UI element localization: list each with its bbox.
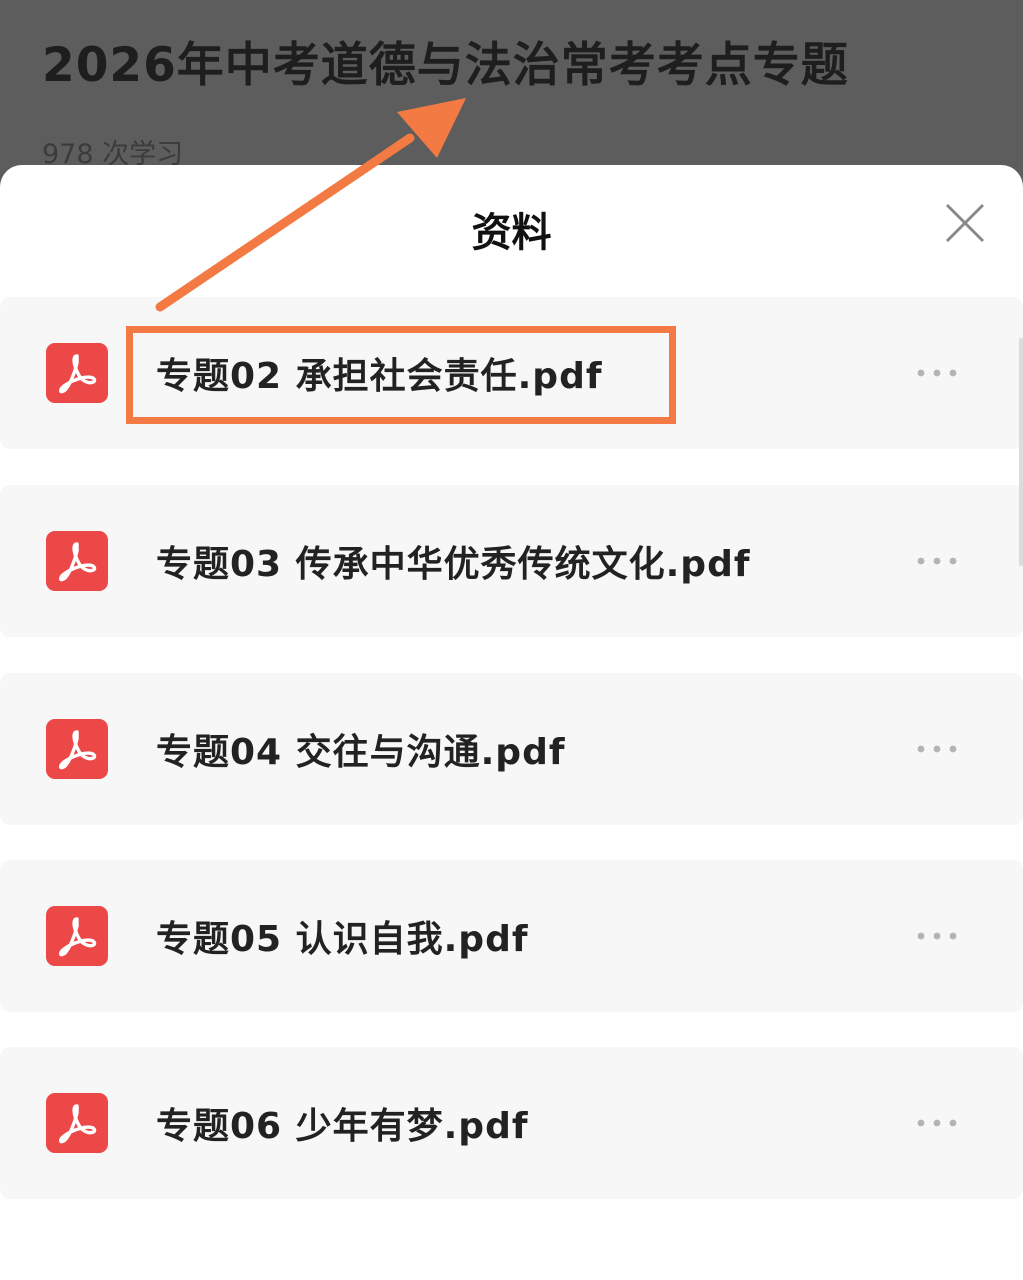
- more-button[interactable]: [904, 729, 970, 769]
- more-dots-icon: [917, 745, 957, 753]
- file-name: 专题05 认识自我.pdf: [156, 919, 529, 960]
- more-button[interactable]: [904, 1103, 970, 1143]
- file-row[interactable]: 专题02 承担社会责任.pdf: [0, 297, 1023, 449]
- more-button[interactable]: [904, 353, 970, 393]
- pdf-icon: [46, 1093, 108, 1153]
- more-button[interactable]: [904, 541, 970, 581]
- close-button[interactable]: [938, 196, 992, 250]
- more-dots-icon: [917, 369, 957, 377]
- file-row[interactable]: 专题05 认识自我.pdf: [0, 860, 1023, 1012]
- more-dots-icon: [917, 1119, 957, 1127]
- pdf-icon: [46, 906, 108, 966]
- file-row[interactable]: 专题03 传承中华优秀传统文化.pdf: [0, 485, 1023, 637]
- file-name: 专题02 承担社会责任.pdf: [156, 356, 603, 397]
- scrollbar[interactable]: [1019, 338, 1023, 566]
- file-row[interactable]: 专题04 交往与沟通.pdf: [0, 673, 1023, 825]
- more-dots-icon: [917, 932, 957, 940]
- pdf-icon: [46, 719, 108, 779]
- file-name: 专题03 传承中华优秀传统文化.pdf: [156, 544, 751, 585]
- more-button[interactable]: [904, 916, 970, 956]
- more-dots-icon: [917, 557, 957, 565]
- file-row[interactable]: 专题06 少年有梦.pdf: [0, 1047, 1023, 1199]
- pdf-icon: [46, 343, 108, 403]
- pdf-icon: [46, 531, 108, 591]
- course-title: 2026年中考道德与法治常考考点专题: [42, 38, 849, 93]
- close-icon: [945, 203, 985, 243]
- file-name: 专题06 少年有梦.pdf: [156, 1106, 529, 1147]
- file-name: 专题04 交往与沟通.pdf: [156, 732, 566, 773]
- sheet-title: 资料: [471, 210, 552, 256]
